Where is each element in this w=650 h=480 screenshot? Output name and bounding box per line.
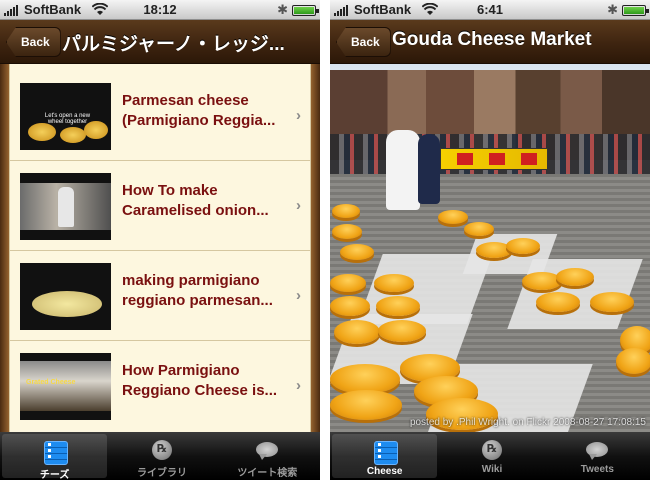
video-row-4[interactable]: Grated Cheese How Parmigiano Reggiano Ch… [10, 341, 310, 431]
video-list[interactable]: Let's open a new wheel together Parmesan… [9, 64, 311, 432]
video-title: How To make Caramelised onion... [122, 182, 269, 219]
bluetooth-icon: ✱ [607, 2, 618, 17]
battery-icon [292, 5, 319, 16]
video-thumbnail [20, 263, 111, 330]
video-thumbnail: Grated Cheese [20, 353, 111, 420]
back-button[interactable]: Back [6, 27, 61, 57]
tab-wiki[interactable]: Wiki [439, 432, 544, 480]
chevron-right-icon: › [296, 287, 301, 304]
chevron-right-icon: › [296, 377, 301, 394]
video-row-1[interactable]: Let's open a new wheel together Parmesan… [10, 71, 310, 161]
tab-bar: Cheese Wiki Tweets [330, 432, 650, 480]
video-title: How Parmigiano Reggiano Cheese is... [122, 362, 278, 399]
globe-icon [479, 437, 505, 463]
list-icon [372, 439, 398, 465]
tab-cheese[interactable]: Cheese [332, 434, 438, 478]
video-row-3[interactable]: making parmigiano reggiano parmesan... › [10, 251, 310, 341]
video-thumbnail [20, 173, 111, 240]
thumbnail-caption: Grated Cheese [26, 379, 76, 386]
video-title: Parmesan cheese (Parmigiano Reggia... [122, 92, 276, 129]
tab-label: Cheese [366, 466, 403, 477]
phone-screen-photo: SoftBank 6:41 ✱ Back Gouda Cheese Market [330, 0, 650, 480]
navigation-bar: Back Gouda Cheese Market [330, 20, 650, 64]
tab-tweets[interactable]: Tweets [545, 432, 650, 480]
tab-tweet-search[interactable]: ツイート検索 [215, 432, 320, 480]
battery-icon [622, 5, 649, 16]
tab-label: ライブラリ [136, 468, 187, 479]
bluetooth-icon: ✱ [277, 2, 288, 17]
cheese-market-photo[interactable]: posted by .Phil Wright. on Flickr 2008-0… [330, 64, 650, 432]
tab-bar: チーズ ライブラリ ツイート検索 [0, 432, 320, 480]
photo-credit: posted by .Phil Wright. on Flickr 2008-0… [409, 417, 646, 428]
page-title: パルミジャーノ・レッジ... [62, 34, 285, 55]
tab-label: ツイート検索 [237, 468, 298, 479]
tab-label: チーズ [39, 470, 70, 480]
status-bar: SoftBank 18:12 ✱ [0, 0, 320, 20]
video-title: making parmigiano reggiano parmesan... [122, 272, 273, 309]
clock: 18:12 [143, 2, 177, 17]
tab-label: Wiki [481, 464, 503, 475]
list-icon [42, 439, 68, 465]
chevron-right-icon: › [296, 107, 301, 124]
thumbnail-caption: Let's open a new wheel together [44, 113, 91, 125]
video-thumbnail: Let's open a new wheel together [20, 83, 111, 150]
chevron-right-icon: › [296, 197, 301, 214]
speech-bubble-icon [254, 437, 280, 463]
navigation-bar: Back パルミジャーノ・レッジ... [0, 20, 320, 64]
back-button[interactable]: Back [336, 27, 391, 57]
speech-bubble-icon [584, 437, 610, 463]
tab-label: Tweets [580, 464, 614, 475]
clock: 6:41 [476, 2, 504, 17]
tab-library[interactable]: ライブラリ [109, 432, 214, 480]
page-title: Gouda Cheese Market [392, 29, 592, 50]
tab-cheese[interactable]: チーズ [2, 434, 108, 480]
video-list-area: Let's open a new wheel together Parmesan… [0, 64, 320, 432]
phone-screen-video-list: SoftBank 18:12 ✱ Back パルミジャーノ・レッジ... Let… [0, 0, 320, 480]
globe-icon [149, 437, 175, 463]
status-bar: SoftBank 6:41 ✱ [330, 0, 650, 20]
video-row-2[interactable]: How To make Caramelised onion... › [10, 161, 310, 251]
